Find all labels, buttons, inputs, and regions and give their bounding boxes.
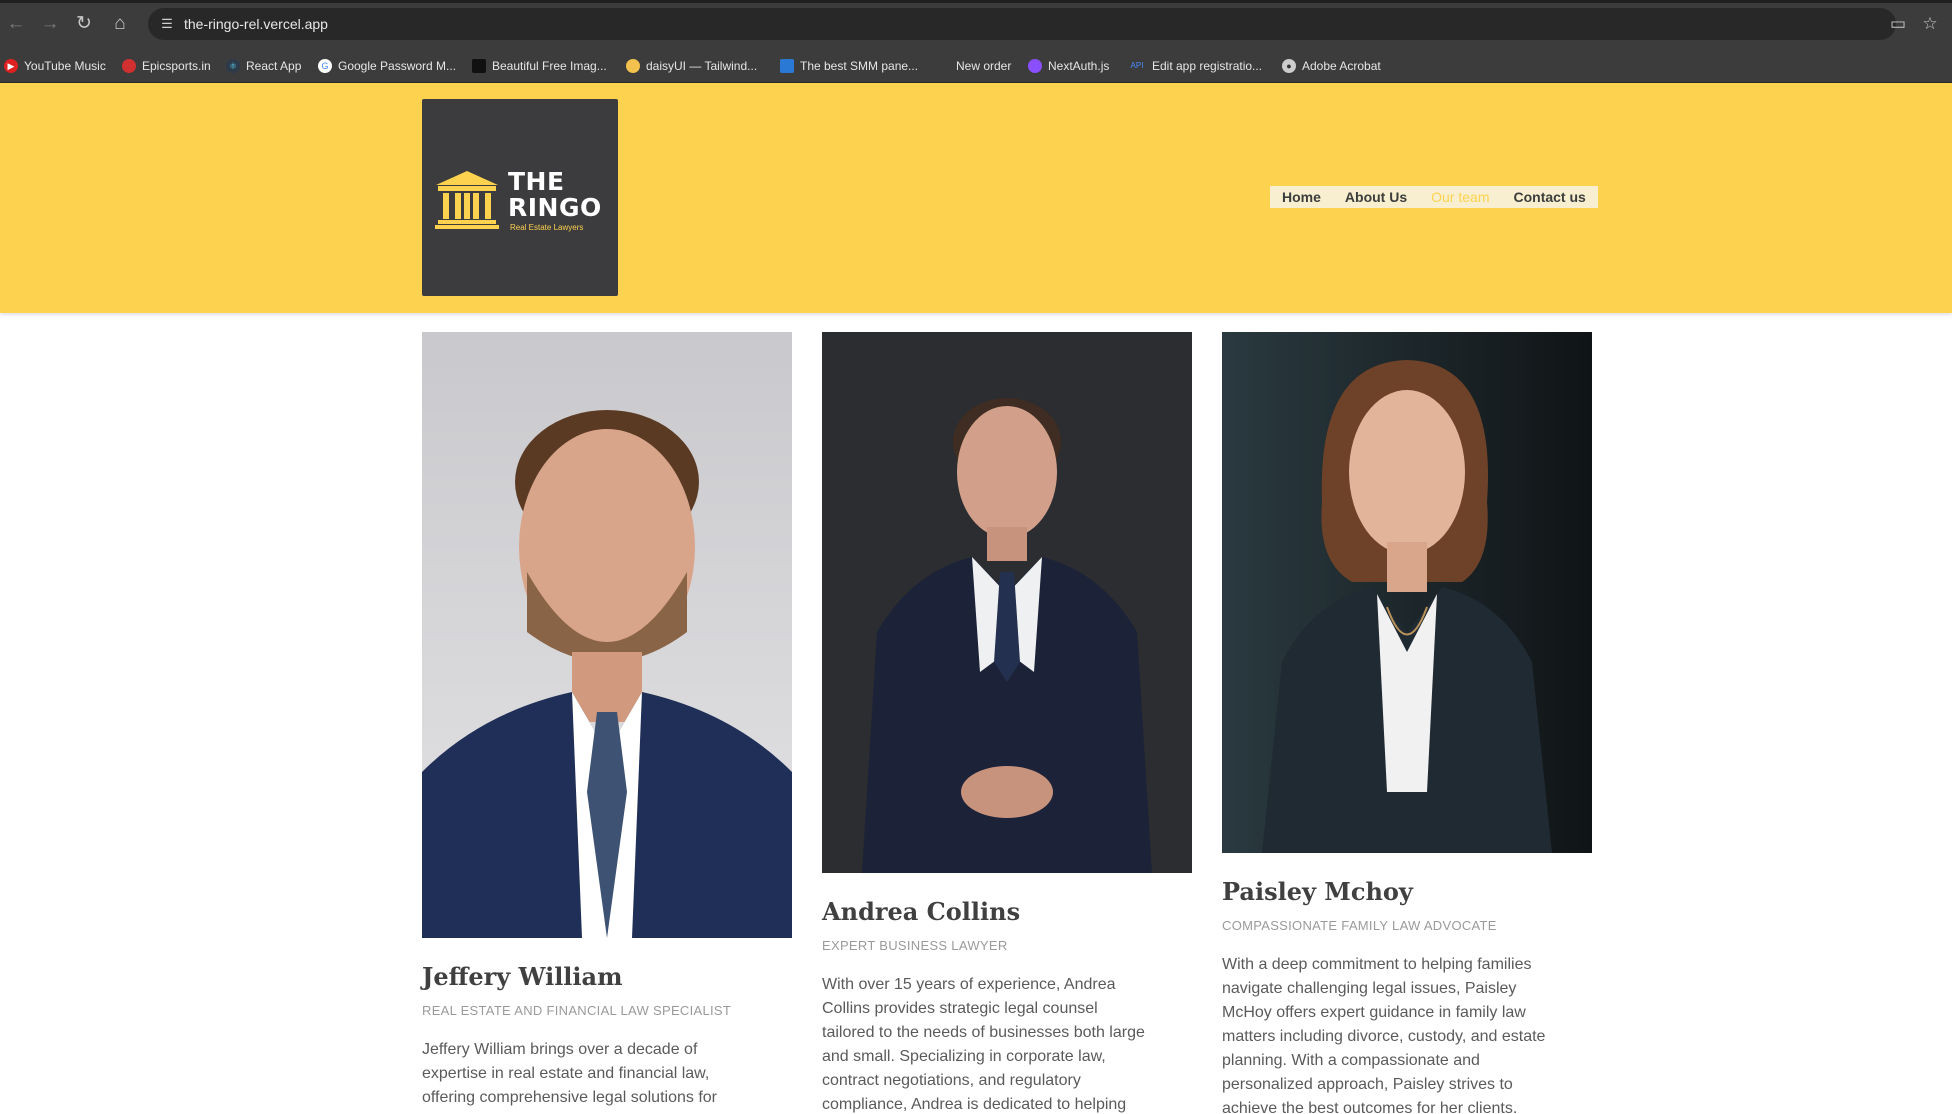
react-icon: ⚛ bbox=[226, 59, 240, 73]
nextauth-icon bbox=[1028, 59, 1042, 73]
api-icon: API bbox=[1130, 61, 1144, 70]
team-card: Jeffery William REAL ESTATE AND FINANCIA… bbox=[422, 332, 792, 1114]
epicsports-icon bbox=[122, 59, 136, 73]
bookmarks-bar: ▶ YouTube Music Epicsports.in ⚛ React Ap… bbox=[0, 48, 1952, 83]
nav-about-us[interactable]: About Us bbox=[1333, 186, 1419, 208]
brand-tagline: Real Estate Lawyers bbox=[510, 223, 584, 232]
team-member-role: EXPERT BUSINESS LAWYER bbox=[822, 938, 1008, 953]
bookmark-youtube-music[interactable]: ▶ YouTube Music bbox=[4, 57, 106, 75]
brand-name-line2: RINGO bbox=[508, 193, 602, 222]
bookmark-nextauth[interactable]: NextAuth.js bbox=[1028, 57, 1109, 75]
youtube-music-icon: ▶ bbox=[4, 59, 18, 73]
team-member-role: REAL ESTATE AND FINANCIAL LAW SPECIALIST bbox=[422, 1003, 732, 1018]
bookmark-adobe-acrobat[interactable]: ● Adobe Acrobat bbox=[1282, 57, 1381, 75]
smm-panel-icon bbox=[780, 59, 794, 73]
bookmark-label: The best SMM pane... bbox=[800, 59, 919, 73]
bookmark-star-icon[interactable]: ☆ bbox=[1918, 12, 1942, 36]
site-logo[interactable]: THE RINGO Real Estate Lawyers bbox=[422, 99, 618, 296]
unsplash-icon bbox=[472, 59, 486, 73]
bookmark-label: Beautiful Free Imag... bbox=[492, 59, 607, 73]
bookmark-daisyui[interactable]: daisyUI — Tailwind... bbox=[626, 57, 757, 75]
team-member-photo bbox=[1222, 332, 1592, 853]
address-bar[interactable]: ☰ the-ringo-rel.vercel.app bbox=[148, 8, 1896, 40]
bookmark-beautiful-free-images[interactable]: Beautiful Free Imag... bbox=[472, 57, 607, 75]
nav-home[interactable]: Home bbox=[1270, 186, 1333, 208]
forward-icon[interactable]: → bbox=[38, 12, 62, 36]
bookmark-label: Edit app registratio... bbox=[1152, 59, 1263, 73]
bookmark-edit-app-registration[interactable]: API Edit app registratio... bbox=[1128, 57, 1263, 75]
install-app-icon[interactable]: ▭ bbox=[1886, 12, 1910, 36]
back-icon[interactable]: ← bbox=[4, 12, 28, 36]
bookmark-react-app[interactable]: ⚛ React App bbox=[226, 57, 301, 75]
daisyui-icon bbox=[626, 59, 640, 73]
site-header: THE RINGO Real Estate Lawyers Home About… bbox=[0, 83, 1952, 313]
bookmark-label: Epicsports.in bbox=[142, 59, 211, 73]
bookmark-new-order[interactable]: New order bbox=[956, 57, 1011, 75]
main-nav: Home About Us Our team Contact us bbox=[1270, 186, 1598, 208]
home-icon[interactable]: ⌂ bbox=[108, 12, 132, 36]
courthouse-icon bbox=[435, 171, 499, 229]
brand-name-line1: THE bbox=[508, 167, 565, 196]
team-card: Paisley Mchoy COMPASSIONATE FAMILY LAW A… bbox=[1222, 332, 1592, 1114]
bookmark-google-password[interactable]: G Google Password M... bbox=[318, 57, 456, 75]
team-member-name: Andrea Collins bbox=[822, 897, 1021, 926]
browser-toolbar: ← → ↻ ⌂ ☰ the-ringo-rel.vercel.app ▭ ☆ bbox=[0, 0, 1952, 48]
bookmark-label: New order bbox=[956, 59, 1012, 73]
team-member-photo bbox=[422, 332, 792, 938]
bookmark-label: Google Password M... bbox=[338, 59, 457, 73]
bookmark-label: React App bbox=[246, 59, 302, 73]
bookmark-label: daisyUI — Tailwind... bbox=[646, 59, 758, 73]
reload-icon[interactable]: ↻ bbox=[72, 12, 96, 36]
team-card: Andrea Collins EXPERT BUSINESS LAWYER Wi… bbox=[822, 332, 1192, 1114]
globe-icon: ● bbox=[1282, 59, 1296, 73]
team-member-bio: With a deep commitment to helping famili… bbox=[1222, 956, 1546, 1114]
site-info-icon[interactable]: ☰ bbox=[158, 15, 176, 33]
bookmark-smm-panel[interactable]: The best SMM pane... bbox=[780, 57, 918, 75]
team-member-name: Paisley Mchoy bbox=[1222, 877, 1413, 906]
team-member-role: COMPASSIONATE FAMILY LAW ADVOCATE bbox=[1222, 918, 1497, 933]
team-member-photo bbox=[822, 332, 1192, 873]
google-password-icon: G bbox=[318, 59, 332, 73]
url-text[interactable]: the-ringo-rel.vercel.app bbox=[184, 15, 328, 33]
bookmark-label: NextAuth.js bbox=[1048, 59, 1110, 73]
bookmark-epicsports[interactable]: Epicsports.in bbox=[122, 57, 211, 75]
team-member-bio: With over 15 years of experience, Andrea… bbox=[822, 976, 1145, 1113]
nav-contact-us[interactable]: Contact us bbox=[1501, 186, 1597, 208]
team-member-bio: Jeffery William brings over a decade of … bbox=[422, 1041, 717, 1106]
team-member-name: Jeffery William bbox=[422, 962, 623, 991]
nav-our-team[interactable]: Our team bbox=[1419, 186, 1501, 208]
tab-strip bbox=[0, 0, 1952, 3]
bookmark-label: Adobe Acrobat bbox=[1302, 59, 1381, 73]
bookmark-label: YouTube Music bbox=[24, 59, 106, 73]
